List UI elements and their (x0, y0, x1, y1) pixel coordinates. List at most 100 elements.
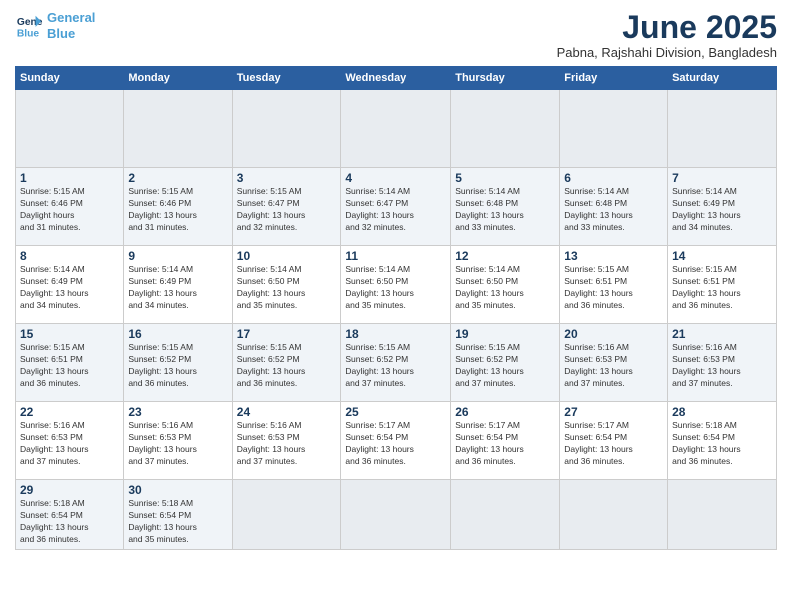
day-cell-26: 26 Sunrise: 5:17 AMSunset: 6:54 PMDaylig… (451, 402, 560, 480)
day-cell-15: 15 Sunrise: 5:15 AMSunset: 6:51 PMDaylig… (16, 324, 124, 402)
week-row-2: 1 Sunrise: 5:15 AMSunset: 6:46 PMDayligh… (16, 168, 777, 246)
location-subtitle: Pabna, Rajshahi Division, Bangladesh (557, 45, 777, 60)
day-cell-18: 18 Sunrise: 5:15 AMSunset: 6:52 PMDaylig… (341, 324, 451, 402)
day-number-29: 29 (20, 483, 119, 497)
day-info-8: Sunrise: 5:14 AMSunset: 6:49 PMDaylight:… (20, 264, 119, 312)
day-number-12: 12 (455, 249, 555, 263)
day-number-15: 15 (20, 327, 119, 341)
empty-cell (232, 480, 341, 550)
day-number-19: 19 (455, 327, 555, 341)
header-tuesday: Tuesday (232, 67, 341, 90)
day-info-14: Sunrise: 5:15 AMSunset: 6:51 PMDaylight:… (672, 264, 772, 312)
empty-cell (232, 90, 341, 168)
day-cell-16: 16 Sunrise: 5:15 AMSunset: 6:52 PMDaylig… (124, 324, 232, 402)
day-info-12: Sunrise: 5:14 AMSunset: 6:50 PMDaylight:… (455, 264, 555, 312)
day-info-5: Sunrise: 5:14 AMSunset: 6:48 PMDaylight:… (455, 186, 555, 234)
day-info-10: Sunrise: 5:14 AMSunset: 6:50 PMDaylight:… (237, 264, 337, 312)
day-cell-19: 19 Sunrise: 5:15 AMSunset: 6:52 PMDaylig… (451, 324, 560, 402)
empty-cell (451, 90, 560, 168)
day-cell-5: 5 Sunrise: 5:14 AMSunset: 6:48 PMDayligh… (451, 168, 560, 246)
svg-text:Blue: Blue (17, 28, 40, 39)
logo-icon: General Blue (15, 12, 43, 40)
empty-cell (16, 90, 124, 168)
day-number-17: 17 (237, 327, 337, 341)
header: General Blue General Blue June 2025 Pabn… (15, 10, 777, 60)
day-info-7: Sunrise: 5:14 AMSunset: 6:49 PMDaylight:… (672, 186, 772, 234)
day-info-23: Sunrise: 5:16 AMSunset: 6:53 PMDaylight:… (128, 420, 227, 468)
day-cell-13: 13 Sunrise: 5:15 AMSunset: 6:51 PMDaylig… (560, 246, 668, 324)
calendar-table: Sunday Monday Tuesday Wednesday Thursday… (15, 66, 777, 550)
week-row-3: 8 Sunrise: 5:14 AMSunset: 6:49 PMDayligh… (16, 246, 777, 324)
day-info-24: Sunrise: 5:16 AMSunset: 6:53 PMDaylight:… (237, 420, 337, 468)
day-cell-4: 4 Sunrise: 5:14 AMSunset: 6:47 PMDayligh… (341, 168, 451, 246)
week-row-6: 29 Sunrise: 5:18 AMSunset: 6:54 PMDaylig… (16, 480, 777, 550)
day-info-4: Sunrise: 5:14 AMSunset: 6:47 PMDaylight:… (345, 186, 446, 234)
day-cell-20: 20 Sunrise: 5:16 AMSunset: 6:53 PMDaylig… (560, 324, 668, 402)
header-saturday: Saturday (668, 67, 777, 90)
day-cell-14: 14 Sunrise: 5:15 AMSunset: 6:51 PMDaylig… (668, 246, 777, 324)
day-number-16: 16 (128, 327, 227, 341)
header-wednesday: Wednesday (341, 67, 451, 90)
week-row-4: 15 Sunrise: 5:15 AMSunset: 6:51 PMDaylig… (16, 324, 777, 402)
header-thursday: Thursday (451, 67, 560, 90)
day-number-27: 27 (564, 405, 663, 419)
day-number-2: 2 (128, 171, 227, 185)
day-info-6: Sunrise: 5:14 AMSunset: 6:48 PMDaylight:… (564, 186, 663, 234)
day-info-11: Sunrise: 5:14 AMSunset: 6:50 PMDaylight:… (345, 264, 446, 312)
day-cell-29: 29 Sunrise: 5:18 AMSunset: 6:54 PMDaylig… (16, 480, 124, 550)
day-cell-30: 30 Sunrise: 5:18 AMSunset: 6:54 PMDaylig… (124, 480, 232, 550)
day-info-29: Sunrise: 5:18 AMSunset: 6:54 PMDaylight:… (20, 498, 119, 546)
day-info-16: Sunrise: 5:15 AMSunset: 6:52 PMDaylight:… (128, 342, 227, 390)
empty-cell (560, 90, 668, 168)
day-cell-3: 3 Sunrise: 5:15 AMSunset: 6:47 PMDayligh… (232, 168, 341, 246)
empty-cell (560, 480, 668, 550)
header-sunday: Sunday (16, 67, 124, 90)
day-number-13: 13 (564, 249, 663, 263)
day-number-18: 18 (345, 327, 446, 341)
day-info-25: Sunrise: 5:17 AMSunset: 6:54 PMDaylight:… (345, 420, 446, 468)
day-info-1: Sunrise: 5:15 AMSunset: 6:46 PMDaylight … (20, 186, 119, 234)
day-cell-1: 1 Sunrise: 5:15 AMSunset: 6:46 PMDayligh… (16, 168, 124, 246)
day-cell-25: 25 Sunrise: 5:17 AMSunset: 6:54 PMDaylig… (341, 402, 451, 480)
day-number-21: 21 (672, 327, 772, 341)
day-cell-23: 23 Sunrise: 5:16 AMSunset: 6:53 PMDaylig… (124, 402, 232, 480)
day-cell-2: 2 Sunrise: 5:15 AMSunset: 6:46 PMDayligh… (124, 168, 232, 246)
day-number-24: 24 (237, 405, 337, 419)
day-info-30: Sunrise: 5:18 AMSunset: 6:54 PMDaylight:… (128, 498, 227, 546)
day-number-11: 11 (345, 249, 446, 263)
day-number-8: 8 (20, 249, 119, 263)
day-number-23: 23 (128, 405, 227, 419)
calendar-header-row: Sunday Monday Tuesday Wednesday Thursday… (16, 67, 777, 90)
day-cell-11: 11 Sunrise: 5:14 AMSunset: 6:50 PMDaylig… (341, 246, 451, 324)
day-number-30: 30 (128, 483, 227, 497)
day-number-4: 4 (345, 171, 446, 185)
logo-line1: General (47, 10, 95, 25)
day-number-25: 25 (345, 405, 446, 419)
empty-cell (451, 480, 560, 550)
empty-cell (341, 480, 451, 550)
header-monday: Monday (124, 67, 232, 90)
day-number-7: 7 (672, 171, 772, 185)
day-cell-7: 7 Sunrise: 5:14 AMSunset: 6:49 PMDayligh… (668, 168, 777, 246)
day-cell-6: 6 Sunrise: 5:14 AMSunset: 6:48 PMDayligh… (560, 168, 668, 246)
day-cell-27: 27 Sunrise: 5:17 AMSunset: 6:54 PMDaylig… (560, 402, 668, 480)
day-number-22: 22 (20, 405, 119, 419)
day-cell-9: 9 Sunrise: 5:14 AMSunset: 6:49 PMDayligh… (124, 246, 232, 324)
day-cell-22: 22 Sunrise: 5:16 AMSunset: 6:53 PMDaylig… (16, 402, 124, 480)
day-info-20: Sunrise: 5:16 AMSunset: 6:53 PMDaylight:… (564, 342, 663, 390)
month-title: June 2025 (557, 10, 777, 45)
day-info-2: Sunrise: 5:15 AMSunset: 6:46 PMDaylight:… (128, 186, 227, 234)
empty-cell (124, 90, 232, 168)
day-info-18: Sunrise: 5:15 AMSunset: 6:52 PMDaylight:… (345, 342, 446, 390)
day-info-17: Sunrise: 5:15 AMSunset: 6:52 PMDaylight:… (237, 342, 337, 390)
day-number-10: 10 (237, 249, 337, 263)
header-friday: Friday (560, 67, 668, 90)
day-number-20: 20 (564, 327, 663, 341)
day-info-15: Sunrise: 5:15 AMSunset: 6:51 PMDaylight:… (20, 342, 119, 390)
day-cell-10: 10 Sunrise: 5:14 AMSunset: 6:50 PMDaylig… (232, 246, 341, 324)
page: General Blue General Blue June 2025 Pabn… (0, 0, 792, 612)
day-info-28: Sunrise: 5:18 AMSunset: 6:54 PMDaylight:… (672, 420, 772, 468)
day-cell-28: 28 Sunrise: 5:18 AMSunset: 6:54 PMDaylig… (668, 402, 777, 480)
week-row-1 (16, 90, 777, 168)
day-number-6: 6 (564, 171, 663, 185)
